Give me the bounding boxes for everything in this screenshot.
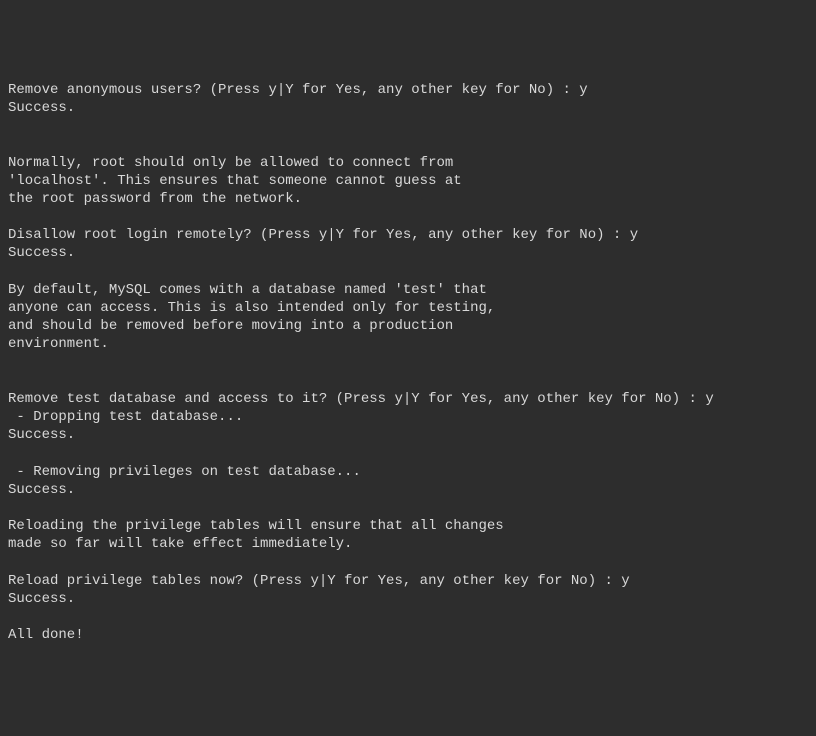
terminal-line: Normally, root should only be allowed to… <box>8 154 808 172</box>
terminal-line: By default, MySQL comes with a database … <box>8 281 808 299</box>
terminal-line: Success. <box>8 244 808 262</box>
terminal-line: Success. <box>8 590 808 608</box>
terminal-line: 'localhost'. This ensures that someone c… <box>8 172 808 190</box>
terminal-line: Remove anonymous users? (Press y|Y for Y… <box>8 81 808 99</box>
terminal-line <box>8 608 808 626</box>
terminal-line <box>8 208 808 226</box>
terminal-line: anyone can access. This is also intended… <box>8 299 808 317</box>
terminal-line <box>8 263 808 281</box>
terminal-line: and should be removed before moving into… <box>8 317 808 335</box>
terminal-line: made so far will take effect immediately… <box>8 535 808 553</box>
terminal-output[interactable]: Remove anonymous users? (Press y|Y for Y… <box>8 81 808 645</box>
terminal-line: Success. <box>8 99 808 117</box>
terminal-line: Reloading the privilege tables will ensu… <box>8 517 808 535</box>
terminal-line: Success. <box>8 426 808 444</box>
terminal-line <box>8 499 808 517</box>
terminal-line: the root password from the network. <box>8 190 808 208</box>
terminal-line: environment. <box>8 335 808 353</box>
terminal-line: All done! <box>8 626 808 644</box>
terminal-line: - Dropping test database... <box>8 408 808 426</box>
terminal-line: Success. <box>8 481 808 499</box>
terminal-line <box>8 117 808 135</box>
terminal-line <box>8 354 808 372</box>
terminal-line: Disallow root login remotely? (Press y|Y… <box>8 226 808 244</box>
terminal-line <box>8 135 808 153</box>
terminal-line: - Removing privileges on test database..… <box>8 463 808 481</box>
terminal-line <box>8 554 808 572</box>
terminal-line <box>8 445 808 463</box>
terminal-line <box>8 372 808 390</box>
terminal-line: Reload privilege tables now? (Press y|Y … <box>8 572 808 590</box>
terminal-line: Remove test database and access to it? (… <box>8 390 808 408</box>
